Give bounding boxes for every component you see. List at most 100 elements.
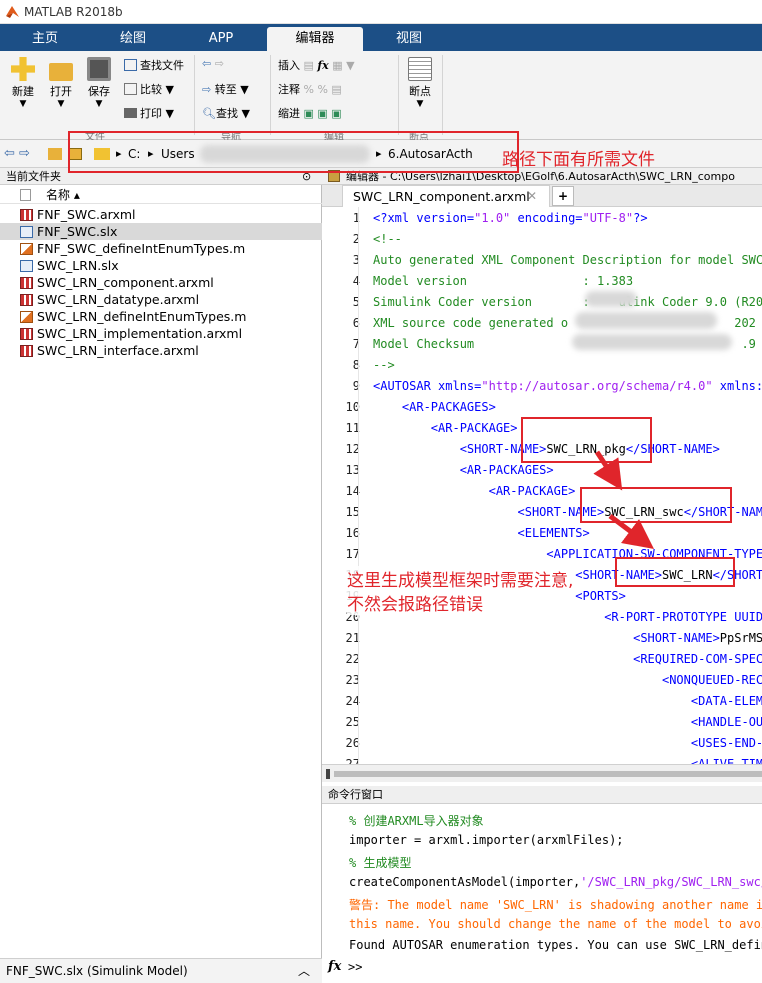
horizontal-scrollbar[interactable] [322,764,762,782]
scrollbar-thumb[interactable] [334,771,762,777]
file-row[interactable]: SWC_LRN_component.arxml [0,274,322,291]
tab-apps[interactable]: APP [180,27,262,51]
command-window-title: 命令行窗口 [322,786,762,804]
insert-button[interactable]: 插入 ▤ fx ▦ ▼ [278,57,355,73]
line-number: 13 [345,463,360,477]
arrow-1 [593,450,623,491]
chevron-up-icon[interactable]: ︿ [298,959,310,983]
line-number: 15 [345,505,360,519]
floppy-icon [87,57,111,81]
line-number: 24 [345,694,360,708]
scrollbar-left-handle [326,769,330,779]
matlab-logo-icon [6,6,19,18]
column-header[interactable]: 名称 ▴ [0,186,322,204]
file-name: SWC_LRN_interface.arxml [37,343,199,358]
line-number: 27 [345,757,360,764]
file-row[interactable]: SWC_LRN_defineIntEnumTypes.m [0,308,322,325]
command-window-title-text: 命令行窗口 [328,788,383,801]
nav-arrows-icon[interactable]: ⇦ ⇨ [4,146,30,161]
new-button[interactable]: 新建 ▼ [6,57,40,109]
find-button[interactable]: 🔍︎查找 ▼ [202,105,250,121]
arxml-file-icon [20,294,33,306]
file-row[interactable]: SWC_LRN_implementation.arxml [0,325,322,342]
code-line: <ALIVE-TIM [690,757,762,764]
command-output-line: 警告: The model name 'SWC_LRN' is shadowin… [349,898,762,912]
comment-button[interactable]: 注释 % % ▤ [278,81,342,97]
breakpoints-icon [408,57,432,81]
file-row[interactable]: SWC_LRN_datatype.arxml [0,291,322,308]
file-name: SWC_LRN.slx [37,258,119,273]
file-row[interactable]: FNF_SWC.slx [0,223,322,240]
code-line: <REQUIRED-COM-SPEC [633,652,762,666]
editor-tab-label: SWC_LRN_component.arxml [353,189,530,204]
line-number: 16 [345,526,360,540]
simulink-model-icon [20,260,33,272]
goto-button[interactable]: ⇨ 转至 ▼ [202,81,249,97]
code-editor[interactable]: 1 <?xml version="1.0" encoding="UTF-8"?> 2… [322,207,762,764]
code-line: <?xml version="1.0" encoding="UTF-8"?> [373,211,648,225]
arrow-right-icon: ⇨ [214,57,224,70]
line-number: 17 [345,547,360,561]
simulink-model-icon [20,226,33,238]
breakpoints-button[interactable]: 断点 ▼ [402,57,438,109]
print-label: 打印 [140,107,162,120]
insert-more-icon: ▦ ▼ [332,59,355,72]
file-name: SWC_LRN_implementation.arxml [37,326,243,341]
line-number: 23 [345,673,360,687]
command-output-line: % 创建ARXML导入器对象 [349,814,484,828]
command-output-line: Found AUTOSAR enumeration types. You can… [349,938,762,952]
file-column-icon [20,189,31,201]
editor-tab-component[interactable]: SWC_LRN_component.arxml ✕ [342,185,550,207]
file-name: FNF_SWC_defineIntEnumTypes.m [37,241,246,256]
fx-icon: fx [317,59,329,72]
open-label: 打开 [50,85,72,98]
print-button[interactable]: 打印 ▼ [124,105,174,121]
line-number: 12 [345,442,360,456]
code-line: <SHORT-NAME>PpSrMS [633,631,762,645]
code-line: <DATA-ELEM [690,694,762,708]
arrow-left-icon: ⇦ [202,57,212,70]
insert-icon: ▤ [303,59,314,72]
open-button[interactable]: 打开 ▼ [44,57,78,109]
up-folder-icon[interactable] [48,148,62,160]
breakpoints-label: 断点 [409,85,431,98]
chevron-down-icon: ▼ [57,99,65,109]
line-number: 8 [352,358,360,372]
annotation-model-note-1: 这里生成模型框架时需要注意, [347,566,574,591]
name-column-label: 名称 ▴ [46,188,80,202]
close-icon[interactable]: ✕ [527,189,537,203]
compare-label: 比较 [140,83,162,96]
back-forward-buttons[interactable]: ⇦ ⇨ [202,57,224,70]
code-line: <!-- [373,232,402,246]
tab-plots[interactable]: 绘图 [92,27,174,51]
line-number: 7 [352,337,360,351]
line-number: 4 [352,274,360,288]
tab-home[interactable]: 主页 [6,27,84,51]
file-row[interactable]: FNF_SWC.arxml [0,206,322,223]
line-number: 22 [345,652,360,666]
ribbon-toolstrip: 新建 ▼ 打开 ▼ 保存 ▼ 查找文件 比较 ▼ 打印 ▼ 文件 ⇦ ⇨ ⇨ 转至 ▼… [0,51,762,143]
file-row[interactable]: SWC_LRN_interface.arxml [0,342,322,359]
title-bar: MATLAB R2018b [0,0,762,24]
editor-tabs: SWC_LRN_component.arxml ✕ + [322,185,762,207]
compare-button[interactable]: 比较 ▼ [124,81,174,97]
ribbon-tabs: 主页 绘图 APP 编辑器 视图 [0,24,762,51]
tab-view[interactable]: 视图 [368,27,450,51]
blurred-text [575,312,717,329]
command-prompt[interactable]: fx >> [322,953,762,983]
code-line: <AUTOSAR xmlns="http://autosar.org/schem… [373,379,762,393]
file-row[interactable]: FNF_SWC_defineIntEnumTypes.m [0,240,322,257]
blurred-text [572,334,732,350]
arxml-file-icon [20,209,33,221]
tab-editor[interactable]: 编辑器 [267,27,363,51]
file-row[interactable]: SWC_LRN.slx [0,257,322,274]
annotation-model-note-2: 不然会报路径错误 [347,590,483,615]
code-line: <NONQUEUED-REC [661,673,762,687]
fx-icon[interactable]: fx [328,959,341,974]
find-files-button[interactable]: 查找文件 [124,57,184,73]
indent-button[interactable]: 缩进 ▣ ▣ ▣ [278,105,342,121]
new-tab-button[interactable]: + [552,186,574,206]
line-number: 14 [345,484,360,498]
code-line: <AR-PACKAGE> [430,421,518,435]
save-button[interactable]: 保存 ▼ [82,57,116,109]
